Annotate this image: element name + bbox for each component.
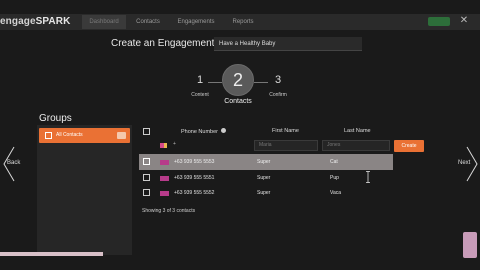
bottom-progress-bar: [0, 252, 103, 256]
app-window: engageSPARK Dashboard Contacts Engagemen…: [0, 0, 480, 270]
info-icon: [220, 128, 226, 133]
nav-item-reports[interactable]: Reports: [228, 15, 258, 29]
group-checkbox[interactable]: [45, 132, 52, 139]
step-3-number[interactable]: 3: [271, 74, 285, 86]
column-header-phone-label: Phone Number: [181, 129, 218, 135]
country-flag-icon: [160, 160, 169, 165]
nav-item-dashboard[interactable]: Dashboard: [82, 15, 126, 29]
table-footer-count: Showing 3 of 3 contacts: [142, 208, 196, 214]
row-first-name: Super: [257, 175, 271, 181]
stepper-connector-left: [208, 82, 222, 83]
text-cursor-icon: [366, 171, 370, 183]
table-row[interactable]: +63 939 555 5551 Super Pup: [139, 170, 393, 186]
groups-panel: All Contacts: [37, 125, 132, 255]
account-icon[interactable]: [428, 17, 450, 26]
group-item-all-contacts[interactable]: All Contacts: [39, 128, 130, 143]
row-checkbox[interactable]: [143, 174, 150, 181]
row-last-name: Vaca: [330, 190, 342, 196]
row-phone: +63 939 555 5551: [174, 175, 215, 181]
logo-suffix: SPARK: [35, 16, 71, 27]
group-count-badge: [117, 132, 126, 139]
column-header-phone[interactable]: Phone Number: [181, 128, 226, 135]
step-1-number[interactable]: 1: [193, 74, 207, 86]
row-last-name: Pup: [330, 175, 339, 181]
create-contact-button[interactable]: Create: [394, 140, 424, 152]
row-phone: +63 939 555 5552: [174, 190, 215, 196]
first-name-filter-input[interactable]: Maria: [254, 140, 318, 151]
step-3-label: Confirm: [269, 92, 287, 98]
column-header-last-name[interactable]: Last Name: [344, 128, 371, 134]
select-all-checkbox[interactable]: [143, 128, 150, 135]
stepper-connector-right: [254, 82, 268, 83]
country-flag-icon: [160, 176, 169, 181]
row-last-name: Cat: [330, 159, 338, 165]
back-button[interactable]: Back: [7, 160, 20, 166]
step-2-active-circle[interactable]: 2: [222, 64, 254, 96]
group-name: All Contacts: [56, 132, 83, 138]
row-checkbox[interactable]: [143, 189, 150, 196]
column-header-first-name[interactable]: First Name: [272, 128, 299, 134]
close-icon[interactable]: ✕: [458, 15, 470, 27]
next-button[interactable]: Next: [458, 160, 470, 166]
phone-filter-input[interactable]: +: [169, 140, 249, 151]
engagement-name-field[interactable]: Have a Healthy Baby: [214, 37, 362, 51]
table-row[interactable]: +63 939 555 5553 Super Cat: [139, 154, 393, 170]
country-flag-icon: [160, 191, 169, 196]
nav-item-contacts[interactable]: Contacts: [130, 15, 166, 29]
last-name-filter-input[interactable]: Jones: [322, 140, 390, 151]
country-flag-icon[interactable]: [160, 143, 167, 148]
table-row[interactable]: +63 939 555 5552 Super Vaca: [139, 185, 393, 201]
top-nav-bar: engageSPARK Dashboard Contacts Engagemen…: [0, 14, 480, 30]
row-first-name: Super: [257, 159, 271, 165]
app-logo[interactable]: engageSPARK: [0, 16, 70, 27]
scroll-thumb[interactable]: [463, 232, 477, 258]
page-title: Create an Engagement: [111, 38, 215, 49]
nav-item-engagements[interactable]: Engagements: [170, 15, 222, 29]
row-first-name: Super: [257, 190, 271, 196]
step-1-label: Content: [191, 92, 209, 98]
step-2-label: Contacts: [224, 98, 252, 105]
row-phone: +63 939 555 5553: [174, 159, 215, 165]
row-checkbox[interactable]: [143, 158, 150, 165]
logo-prefix: engage: [0, 16, 36, 27]
groups-title: Groups: [39, 113, 72, 124]
